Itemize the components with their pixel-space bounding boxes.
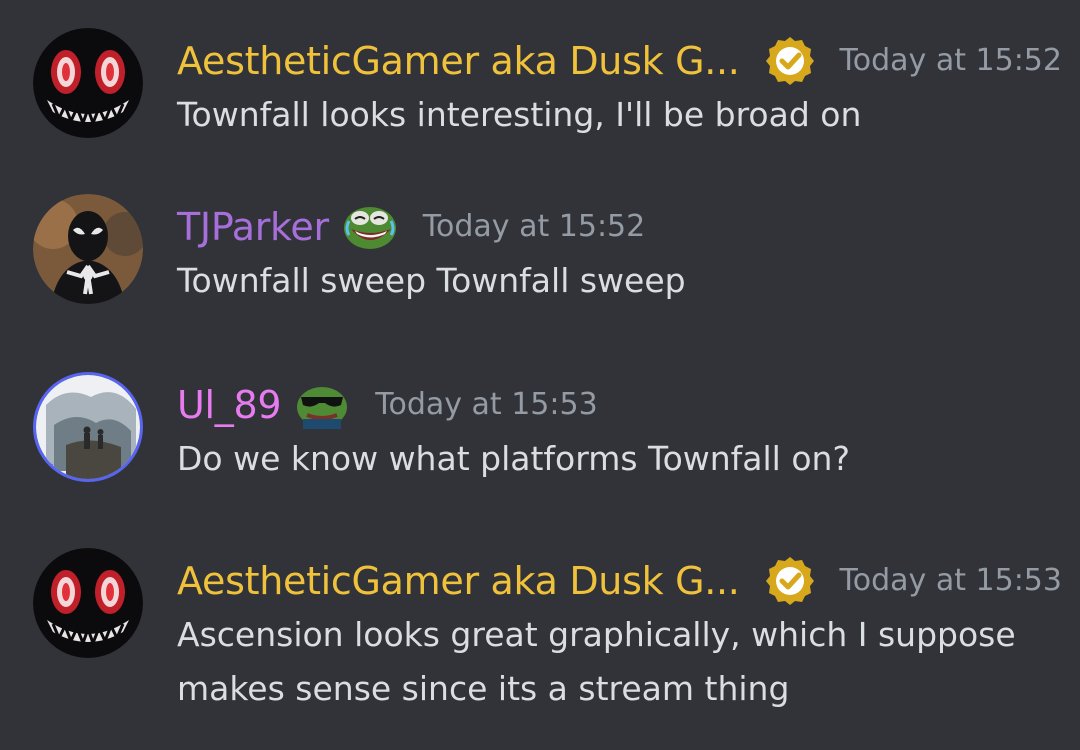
message-text: Townfall sweep Townfall sweep — [177, 261, 686, 300]
message-text: Do we know what platforms Townfall on? — [177, 439, 850, 478]
pepe-sunglasses-icon — [293, 381, 351, 429]
demon-face-avatar-icon — [33, 548, 143, 658]
message-text: Ascension looks great graphically, which… — [177, 615, 1016, 654]
timestamp: Today at 15:53 — [839, 563, 1062, 598]
timestamp: Today at 15:52 — [422, 209, 646, 244]
username[interactable]: TJParker — [177, 202, 329, 252]
landscape-avatar-icon — [36, 375, 140, 479]
spider-suit-avatar-icon — [33, 194, 143, 304]
chat-message-list: AestheticGamer aka Dusk G... Today at 15… — [0, 0, 1080, 750]
avatar[interactable] — [33, 28, 143, 138]
avatar[interactable] — [33, 548, 143, 658]
verified-check-icon — [764, 555, 816, 607]
avatar[interactable] — [33, 194, 143, 304]
message-header: AestheticGamer aka Dusk G... Today at 15… — [177, 556, 1062, 606]
timestamp: Today at 15:52 — [839, 43, 1062, 78]
message-header: TJParker Today at 15:52 — [177, 202, 645, 252]
message-text: makes sense since its a stream thing — [177, 669, 790, 708]
message-header: AestheticGamer aka Dusk G... Today at 15… — [177, 36, 1062, 86]
avatar[interactable] — [33, 372, 143, 482]
verified-check-icon — [764, 35, 816, 87]
timestamp: Today at 15:53 — [375, 387, 598, 422]
pepe-crying-laugh-icon — [341, 203, 399, 251]
message-text: Townfall looks interesting, I'll be broa… — [177, 95, 862, 134]
demon-face-avatar-icon — [33, 28, 143, 138]
username[interactable]: Ul_89 — [177, 380, 282, 430]
message-header: Ul_89 Today at 15:53 — [177, 380, 598, 430]
username[interactable]: AestheticGamer aka Dusk G... — [177, 556, 740, 606]
username[interactable]: AestheticGamer aka Dusk G... — [177, 36, 740, 86]
